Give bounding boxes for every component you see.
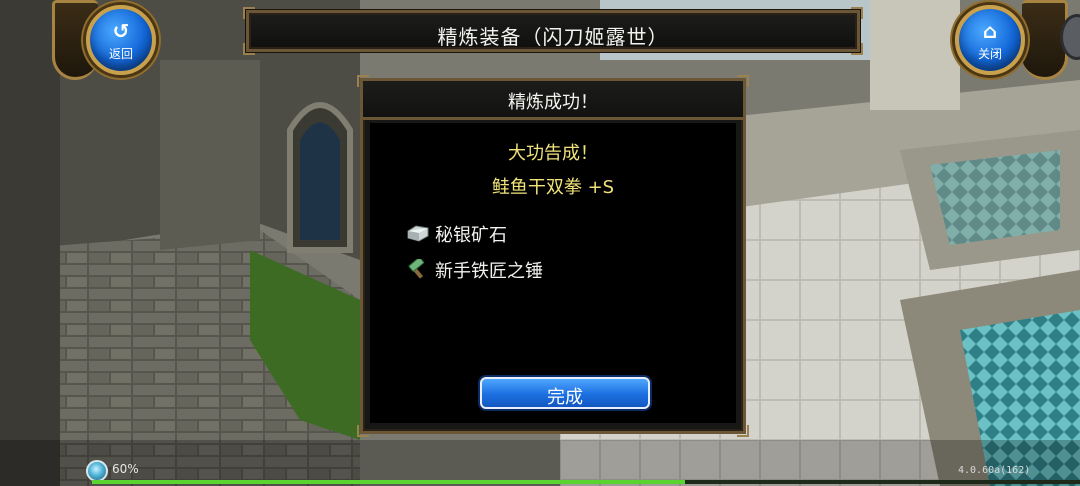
home-icon: ⌂ (982, 19, 998, 43)
progress-percent: 60% (112, 462, 139, 476)
result-item-name: 鲑鱼干双拳 +S (491, 177, 615, 198)
progress-bar (92, 480, 1080, 484)
page-title: 精炼装备（闪刀姬露世） (437, 25, 669, 49)
hammer-icon (408, 259, 425, 279)
version-label: 4.0.60a(162) (958, 465, 1031, 476)
material-name: 新手铁匠之锤 (435, 261, 543, 282)
dialog-header: 精炼成功！ (363, 81, 743, 120)
progress-bar-fill (92, 480, 685, 484)
close-button[interactable]: ⌂ 关闭 (955, 5, 1025, 75)
refine-result-dialog: 精炼成功！ 大功告成！ 鲑鱼干双拳 +S 秘银矿石 新手铁匠之锤 完成 (357, 75, 749, 437)
result-headline: 大功告成！ (508, 143, 598, 164)
close-button-label: 关闭 (977, 47, 1002, 61)
back-button[interactable]: ↺ 返回 (86, 5, 156, 75)
done-button-label: 完成 (547, 387, 583, 408)
ore-icon (407, 225, 429, 242)
page-title-bar: 精炼装备（闪刀姬露世） (243, 7, 863, 55)
dialog-body: 大功告成！ 鲑鱼干双拳 +S 秘银矿石 新手铁匠之锤 完成 (370, 123, 736, 423)
back-button-label: 返回 (108, 47, 133, 61)
material-name: 秘银矿石 (435, 225, 507, 246)
done-button[interactable]: 完成 (480, 377, 650, 409)
status-orb-icon (86, 460, 108, 482)
return-arrow-icon: ↺ (112, 19, 130, 43)
dialog-title: 精炼成功！ (508, 92, 598, 113)
